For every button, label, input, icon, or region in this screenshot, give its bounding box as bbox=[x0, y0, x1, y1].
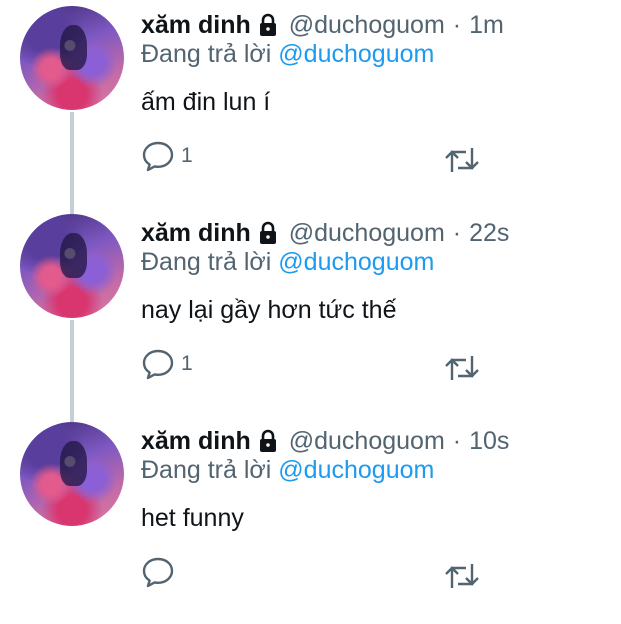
replying-to: Đang trả lời @duchoguom bbox=[141, 40, 434, 69]
lock-icon bbox=[259, 221, 276, 244]
timestamp[interactable]: 1m bbox=[469, 11, 504, 40]
tweet-text: het funny bbox=[141, 504, 244, 532]
replying-to: Đang trả lời @duchoguom bbox=[141, 456, 434, 485]
replying-to: Đang trả lời @duchoguom bbox=[141, 248, 434, 277]
tweet-header: xăm dinh @duchoguom · 1m bbox=[141, 6, 504, 44]
reply-icon bbox=[142, 349, 174, 380]
replying-to-mention[interactable]: @duchoguom bbox=[278, 40, 434, 68]
reply-icon bbox=[142, 141, 174, 172]
tweet-actions: 1 bbox=[141, 348, 581, 388]
retweet-button[interactable] bbox=[443, 144, 481, 181]
tweet-actions bbox=[141, 556, 581, 596]
avatar[interactable] bbox=[20, 6, 124, 110]
retweet-button[interactable] bbox=[443, 352, 481, 389]
reply-count: 1 bbox=[181, 352, 193, 375]
retweet-icon bbox=[445, 148, 479, 172]
tweet-header: xăm dinh @duchoguom · 22s bbox=[141, 214, 509, 252]
separator-dot: · bbox=[452, 426, 462, 455]
separator-dot: · bbox=[452, 218, 462, 247]
avatar[interactable] bbox=[20, 422, 124, 526]
reply-count: 1 bbox=[181, 144, 193, 167]
tweet[interactable]: xăm dinh @duchoguom · 22s Đang trả lời @… bbox=[0, 208, 621, 416]
reply-button[interactable] bbox=[141, 556, 181, 588]
timestamp[interactable]: 10s bbox=[469, 427, 509, 456]
tweet-actions: 1 bbox=[141, 140, 581, 180]
handle[interactable]: @duchoguom bbox=[289, 219, 445, 248]
tweet-text: ấm đin lun í bbox=[141, 88, 271, 116]
display-name[interactable]: xăm dinh bbox=[141, 219, 251, 248]
avatar[interactable] bbox=[20, 214, 124, 318]
handle[interactable]: @duchoguom bbox=[289, 11, 445, 40]
handle[interactable]: @duchoguom bbox=[289, 427, 445, 456]
reply-icon bbox=[142, 557, 174, 588]
display-name[interactable]: xăm dinh bbox=[141, 427, 251, 456]
reply-button[interactable]: 1 bbox=[141, 348, 193, 380]
tweet[interactable]: xăm dinh @duchoguom · 10s Đang trả lời @… bbox=[0, 416, 621, 624]
retweet-icon bbox=[445, 356, 479, 380]
display-name[interactable]: xăm dinh bbox=[141, 11, 251, 40]
replying-to-mention[interactable]: @duchoguom bbox=[278, 248, 434, 276]
tweet[interactable]: xăm dinh @duchoguom · 1m Đang trả lời @d… bbox=[0, 0, 621, 208]
replying-to-mention[interactable]: @duchoguom bbox=[278, 456, 434, 484]
replying-to-label: Đang trả lời bbox=[141, 248, 272, 276]
separator-dot: · bbox=[452, 10, 462, 39]
retweet-button[interactable] bbox=[443, 560, 481, 597]
tweet-header: xăm dinh @duchoguom · 10s bbox=[141, 422, 509, 460]
tweet-text: nay lại gầy hơn tức thế bbox=[141, 296, 397, 324]
lock-icon bbox=[259, 429, 276, 452]
lock-icon bbox=[259, 13, 276, 36]
timestamp[interactable]: 22s bbox=[469, 219, 509, 248]
reply-button[interactable]: 1 bbox=[141, 140, 193, 172]
replying-to-label: Đang trả lời bbox=[141, 456, 272, 484]
retweet-icon bbox=[445, 564, 479, 588]
replying-to-label: Đang trả lời bbox=[141, 40, 272, 68]
